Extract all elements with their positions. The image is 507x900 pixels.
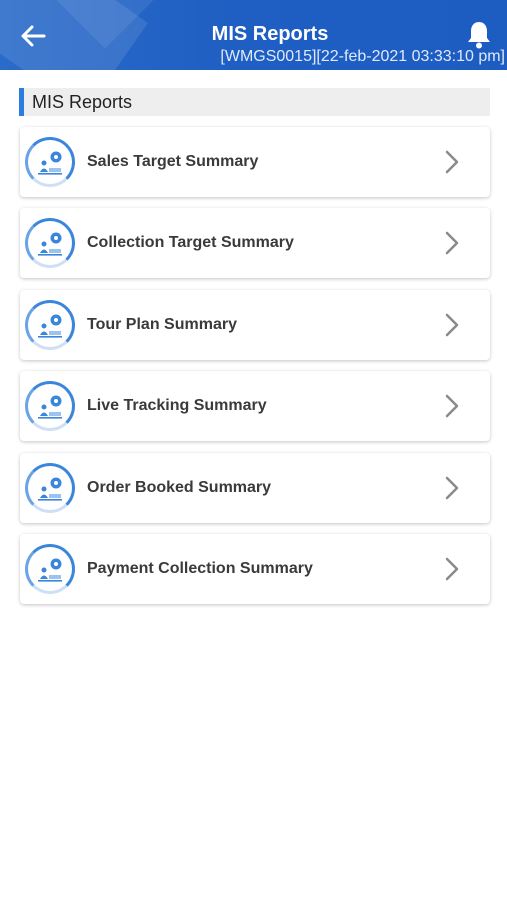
report-item-label: Tour Plan Summary (87, 315, 237, 333)
report-icon (25, 543, 75, 594)
chevron-right-icon (445, 232, 459, 255)
report-item-label: Live Tracking Summary (87, 397, 267, 415)
report-icon (25, 462, 75, 513)
bell-icon (468, 22, 490, 49)
chevron-right-icon (445, 313, 459, 337)
report-icon (25, 381, 75, 432)
report-item-label: Sales Target Summary (87, 153, 259, 170)
report-item-live-tracking-summary[interactable]: Live Tracking Summary (20, 371, 490, 442)
report-item-sales-target-summary[interactable]: Sales Target Summary (20, 127, 490, 197)
app-bar: MIS Reports [WMGS0015][22-feb-2021 03:33… (0, 0, 507, 70)
report-item-order-booked-summary[interactable]: Order Booked Summary (20, 452, 490, 523)
report-item-label: Payment Collection Summary (87, 559, 313, 577)
chevron-right-icon (445, 150, 459, 174)
chevron-right-icon (445, 476, 459, 499)
report-item-payment-collection-summary[interactable]: Payment Collection Summary (20, 533, 490, 604)
report-item-label: Collection Target Summary (87, 234, 294, 252)
chevron-right-icon (445, 557, 459, 581)
section-title: MIS Reports (32, 91, 133, 112)
report-item-collection-target-summary[interactable]: Collection Target Summary (20, 208, 490, 279)
report-list: Sales Target Summary Collection Target S… (20, 127, 490, 615)
report-icon (25, 218, 75, 269)
report-item-label: Order Booked Summary (87, 478, 272, 496)
report-item-tour-plan-summary[interactable]: Tour Plan Summary (20, 289, 490, 360)
section-header: MIS Reports (19, 88, 490, 116)
notification-button[interactable] (466, 20, 492, 50)
session-info: [WMGS0015][22-feb-2021 03:33:10 pm] (220, 48, 505, 65)
chevron-right-icon (445, 394, 459, 418)
report-icon (25, 137, 75, 187)
report-icon (25, 299, 75, 350)
page-title: MIS Reports (211, 23, 329, 45)
